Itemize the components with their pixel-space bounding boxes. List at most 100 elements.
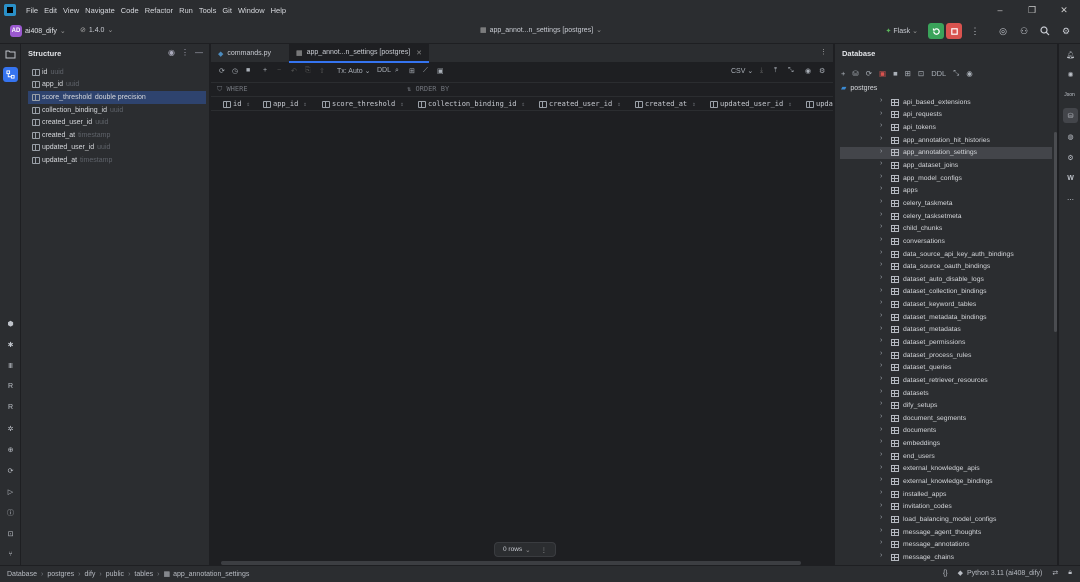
python-console-icon[interactable]: ⊕ [3,442,18,457]
db-table-item[interactable]: › message_agent_thoughts [840,526,1052,539]
structure-item-updated-user-id[interactable]: updated_user_id uuid [28,142,206,155]
delete-row-icon[interactable]: − [277,67,281,74]
ai-chat-icon[interactable]: ✺ [1063,67,1078,82]
project-selector[interactable]: AD ai408_dify ⌄ [10,25,66,37]
structure-item-created-user-id[interactable]: created_user_id uuid [28,116,206,129]
column-header-id[interactable]: id ⇕ [223,99,250,109]
data-source-icon[interactable]: ⛁ [852,69,858,78]
column-header-created-user-id[interactable]: created_user_id ⇕ [539,99,621,109]
db-table-item[interactable]: › apps [840,184,1052,197]
chevron-right-icon[interactable]: › [880,148,882,155]
chevron-right-icon[interactable]: › [880,489,882,496]
structure-item-updated-at[interactable]: updated_at timestamp [28,154,206,167]
chevron-right-icon[interactable]: › [880,312,882,319]
chevron-right-icon[interactable]: › [880,337,882,344]
tab-commands-py[interactable]: ◆ commands.py [211,44,278,63]
structure-item-created-at[interactable]: created_at timestamp [28,129,206,142]
r-console-icon[interactable]: R [3,379,18,394]
structure-item-score-threshold[interactable]: score_threshold double precision [28,91,206,104]
menu-edit[interactable]: Edit [44,6,57,15]
stop-icon[interactable]: ■ [893,69,898,78]
db-table-item[interactable]: › data_source_oauth_bindings [840,260,1052,273]
app-logo-icon[interactable] [4,4,16,16]
db-table-item[interactable]: › dataset_keyword_tables [840,298,1052,311]
window-title-selector[interactable]: ▦ app_annot...n_settings [postgres] ⌄ [480,26,602,35]
search-icon[interactable]: ⌕ [395,67,399,75]
db-table-item[interactable]: › app_dataset_joins [840,159,1052,172]
close-window-button[interactable]: ✕ [1048,5,1080,16]
db-table-item[interactable]: › end_users [840,450,1052,463]
db-table-item[interactable]: › app_annotation_hit_histories [840,134,1052,147]
table-view-icon[interactable]: ⊞ [905,69,911,78]
db-table-item[interactable]: › data_source_api_key_auth_bindings [840,248,1052,261]
column-header-updated-user-id[interactable]: updated_user_id ⇕ [710,99,792,109]
view-icon[interactable]: ◉ [966,69,973,78]
breadcrumb-item[interactable]: dify [85,571,96,578]
sort-arrows-icon[interactable]: ⇕ [692,101,696,108]
db-table-item[interactable]: › dataset_collection_bindings [840,286,1052,299]
run-button[interactable] [928,23,944,39]
chevron-right-icon[interactable]: › [880,211,882,218]
git-icon[interactable]: ⑂ [3,547,18,562]
db-table-item[interactable]: › dataset_metadata_bindings [840,311,1052,324]
db-table-item[interactable]: › dataset_process_rules [840,349,1052,362]
db-table-item[interactable]: › dify_setups [840,399,1052,412]
tabs-more-icon[interactable]: ⋮ [820,48,827,56]
submit-icon[interactable]: ⇧ [319,67,325,75]
terminal-icon[interactable]: ⊡ [3,526,18,541]
preview-icon[interactable]: ⎘ [305,67,311,75]
column-header-app-id[interactable]: app_id ⇕ [263,99,307,109]
add-icon[interactable]: + [841,69,845,78]
chevron-right-icon[interactable]: › [880,287,882,294]
restore-button[interactable]: ❐ [1016,5,1048,16]
structure-item-app-id[interactable]: app_id uuid [28,79,206,92]
menu-run[interactable]: Run [179,6,193,15]
revert-icon[interactable]: ↶ [291,67,297,75]
vcs-icon[interactable]: ⇄ [1052,569,1058,577]
sort-arrows-icon[interactable]: ⇕ [788,101,792,108]
problems-icon[interactable]: ⓘ [3,505,18,520]
more-icon[interactable]: ⋮ [541,546,548,554]
db-table-item[interactable]: › dataset_metadatas [840,324,1052,337]
eye-icon[interactable]: ◉ [168,48,175,57]
chevron-right-icon[interactable]: › [880,350,882,357]
column-header-collection-binding-id[interactable]: collection_binding_id ⇕ [418,99,525,109]
transpose-icon[interactable]: ⤡ [788,67,794,75]
tab-app-annotation-settings[interactable]: ▦ app_annot...n_settings [postgres] ✕ [289,44,430,63]
debug-icon[interactable]: ✲ [3,421,18,436]
console-icon[interactable]: ⊡ [918,69,924,78]
chevron-right-icon[interactable]: › [880,438,882,445]
breadcrumb-item[interactable]: public [106,571,124,578]
chevron-right-icon[interactable]: › [880,185,882,192]
column-header-updated-at[interactable]: upda [806,99,833,109]
chevron-right-icon[interactable]: › [880,375,882,382]
chevron-right-icon[interactable]: › [880,552,882,559]
chevron-right-icon[interactable]: › [880,476,882,483]
notifications-icon[interactable]: 🔔︎ [1063,47,1078,62]
ai-assistant-icon[interactable]: ◎ [995,23,1011,39]
db-table-item[interactable]: › message_annotations [840,538,1052,551]
db-table-item[interactable]: › document_segments [840,412,1052,425]
more-icon[interactable]: ⋯ [1063,192,1078,207]
more-icon[interactable]: ⋮ [181,48,189,57]
chevron-right-icon[interactable]: › [880,451,882,458]
chevron-right-icon[interactable]: › [880,97,882,104]
image-view-icon[interactable]: ▣ [437,67,444,75]
copilot-icon[interactable]: ◍ [1063,129,1078,144]
settings-gear-icon[interactable]: ⚙ [819,67,825,75]
sciview-icon[interactable]: ⚙ [1063,150,1078,165]
chevron-right-icon[interactable]: › [880,527,882,534]
chevron-right-icon[interactable]: › [880,502,882,509]
braces-indicator[interactable]: {} [943,570,948,577]
db-root-postgres[interactable]: ▰ postgres [841,84,877,93]
chevron-right-icon[interactable]: › [880,110,882,117]
menu-refactor[interactable]: Refactor [145,6,173,15]
plugins-icon[interactable]: ⟳ [3,463,18,478]
chevron-right-icon[interactable]: › [880,514,882,521]
chevron-right-icon[interactable]: › [880,198,882,205]
sort-arrows-icon[interactable]: ⇕ [617,101,621,108]
breadcrumb-item[interactable]: Database [7,571,37,578]
close-tab-icon[interactable]: ✕ [416,49,422,57]
history-icon[interactable]: ◷ [232,67,238,75]
add-row-icon[interactable]: + [263,67,267,74]
